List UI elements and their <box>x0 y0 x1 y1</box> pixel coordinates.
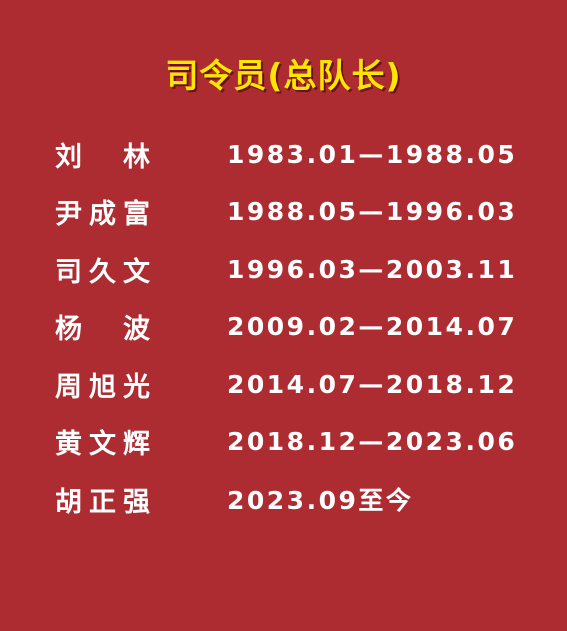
name-char: 刘 <box>55 141 82 173</box>
commander-name: 司 久 文 <box>55 247 150 291</box>
name-char: 周 <box>55 371 82 403</box>
commander-name: 黄 文 辉 <box>55 420 150 464</box>
commander-term: 1983.01—1988.05 <box>227 139 518 169</box>
commander-name: 胡 正 强 <box>55 477 150 521</box>
name-char: 文 <box>123 256 150 288</box>
name-char: 文 <box>89 429 116 460</box>
name-char: 旭 <box>89 371 116 403</box>
commander-term: 2018.12—2023.06 <box>227 427 518 456</box>
name-char: 尹 <box>55 199 82 230</box>
commander-row: 杨 波 2009.02—2014.07 <box>55 305 535 363</box>
commanders-panel: 司令员(总队长) 刘 林 1983.01—1988.05 尹 成 富 1988.… <box>0 0 567 631</box>
commander-term: 1996.03—2003.11 <box>227 254 518 284</box>
name-char: 林 <box>123 141 150 173</box>
commander-term: 2014.07—2018.12 <box>227 369 518 399</box>
commander-name: 杨 波 <box>55 305 150 349</box>
commander-row: 尹 成 富 1988.05—1996.03 <box>55 190 535 248</box>
commander-name: 尹 成 富 <box>55 190 150 234</box>
commander-term: 2023.09至今 <box>227 486 414 515</box>
name-char: 杨 <box>55 314 82 345</box>
name-char: 波 <box>123 314 150 345</box>
commander-term: 2009.02—2014.07 <box>227 312 518 341</box>
commander-name: 刘 林 <box>55 132 150 176</box>
name-char: 辉 <box>123 429 150 460</box>
page-title: 司令员(总队长) <box>165 56 402 95</box>
commander-row: 胡 正 强 2023.09至今 <box>55 477 535 535</box>
commander-list: 刘 林 1983.01—1988.05 尹 成 富 1988.05—1996.0… <box>55 132 535 535</box>
commander-term: 1988.05—1996.03 <box>227 197 518 226</box>
name-char: 久 <box>89 256 116 288</box>
name-char: 强 <box>123 486 150 518</box>
name-char: 司 <box>55 256 82 288</box>
name-char: 成 <box>89 199 116 230</box>
commander-row: 黄 文 辉 2018.12—2023.06 <box>55 420 535 478</box>
name-char: 光 <box>123 371 150 403</box>
commander-row: 周 旭 光 2014.07—2018.12 <box>55 362 535 420</box>
name-char: 正 <box>89 486 116 518</box>
commander-row: 刘 林 1983.01—1988.05 <box>55 132 535 190</box>
commander-row: 司 久 文 1996.03—2003.11 <box>55 247 535 305</box>
name-char: 胡 <box>55 486 82 518</box>
commander-name: 周 旭 光 <box>55 362 150 406</box>
name-char: 富 <box>123 199 150 230</box>
name-char: 黄 <box>55 429 82 460</box>
